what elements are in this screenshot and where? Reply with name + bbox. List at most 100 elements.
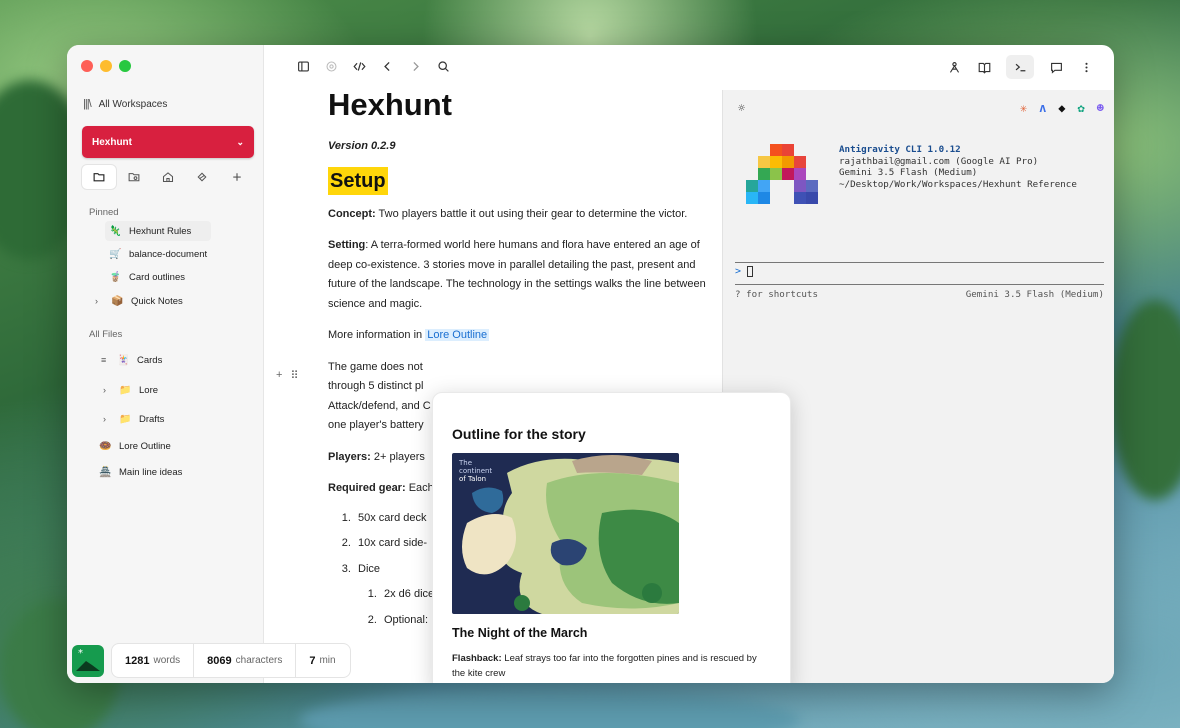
translate-button[interactable] xyxy=(946,59,962,75)
model-status: Gemini 3.5 Flash (Medium) xyxy=(965,289,1104,300)
file-item-cards[interactable]: ≡ 🃏 Cards xyxy=(101,350,162,370)
file-item-lore-outline[interactable]: 🍩 Lore Outline xyxy=(99,436,171,456)
toggle-sidebar-button[interactable] xyxy=(295,58,311,74)
antigravity-logo xyxy=(746,144,818,204)
more-options-button[interactable] xyxy=(1078,59,1094,75)
nodes-icon xyxy=(197,172,207,182)
game-text-line: The game does not xyxy=(328,360,423,373)
file-item-label: Main line ideas xyxy=(119,466,183,478)
bubble-tea-icon: 🧋 xyxy=(109,271,122,283)
word-count-bar: 1281 words 8069 characters 7 min xyxy=(111,643,351,678)
copilot-icon[interactable]: ☻ xyxy=(1097,101,1104,115)
book-icon xyxy=(978,62,990,74)
file-item-lore[interactable]: › 📁 Lore xyxy=(103,380,158,400)
list-icon: ≡ xyxy=(101,355,107,365)
read-time-value: 7 xyxy=(309,654,316,667)
pinned-item-card-outlines[interactable]: 🧋 Card outlines xyxy=(109,267,185,287)
minimize-window-button[interactable] xyxy=(100,60,112,72)
all-workspaces-link[interactable]: |||\ All Workspaces xyxy=(83,98,167,110)
drag-handle-icon[interactable]: ⠿ xyxy=(290,369,298,382)
game-text-line: through 5 distinct pl xyxy=(328,380,424,392)
chevron-right-icon[interactable]: › xyxy=(103,385,111,395)
map-title-line: The xyxy=(458,459,472,467)
sidebar-icon xyxy=(297,60,309,72)
list-item-text: Dice xyxy=(358,562,381,575)
app-window: |||\ All Workspaces Hexhunt ⌄ Pinned 🦎 H… xyxy=(67,45,1114,683)
tab-add[interactable] xyxy=(220,165,254,189)
close-window-button[interactable] xyxy=(81,60,93,72)
chevron-right-icon[interactable]: › xyxy=(95,296,103,306)
file-item-main-line-ideas[interactable]: 🏯 Main line ideas xyxy=(99,462,182,482)
preview-subtitle: The Night of the March xyxy=(452,626,588,640)
comments-button[interactable] xyxy=(1048,59,1064,75)
fantasy-map-illustration: The continent of Talon xyxy=(452,453,679,614)
tab-connections[interactable] xyxy=(185,165,219,189)
code-icon xyxy=(352,61,366,71)
person-icon xyxy=(949,61,959,73)
map-title-line: of Talon xyxy=(459,475,486,483)
account-info: rajathbail@gmail.com (Google AI Pro) xyxy=(839,155,1039,167)
add-block-icon[interactable]: + xyxy=(276,369,282,382)
tab-folder-search[interactable] xyxy=(116,165,150,189)
setting-label: Setting xyxy=(328,239,366,251)
window-toolbar xyxy=(946,55,1094,79)
lore-outline-link[interactable]: Lore Outline xyxy=(425,329,490,341)
app-avatar[interactable]: * xyxy=(72,645,104,677)
heading-setup: Setup xyxy=(328,166,388,195)
flashback-label: Flashback: xyxy=(452,653,502,664)
concept-label: Concept: xyxy=(328,207,376,220)
pinned-item-balance-document[interactable]: 🛒 balance-document xyxy=(109,244,207,264)
pinned-item-quick-notes[interactable]: › 📦 Quick Notes xyxy=(95,291,183,311)
search-button[interactable] xyxy=(435,58,451,74)
all-files-section-label: All Files xyxy=(89,329,123,340)
file-item-drafts[interactable]: › 📁 Drafts xyxy=(103,409,164,429)
workspace-selector[interactable]: Hexhunt ⌄ xyxy=(82,126,254,158)
more-info-paragraph: More information in Lore Outline xyxy=(328,326,708,346)
search-icon xyxy=(437,60,449,72)
forward-button[interactable] xyxy=(407,58,423,74)
claude-icon[interactable]: ✳ xyxy=(1020,101,1027,115)
read-time: 7 min xyxy=(296,644,348,677)
word-count: 1281 words xyxy=(112,644,195,677)
plus-icon xyxy=(233,173,241,181)
cube-icon[interactable]: ◆ xyxy=(1058,101,1065,115)
zoom-window-button[interactable] xyxy=(119,60,131,72)
library-icon: |||\ xyxy=(83,98,92,110)
all-workspaces-label: All Workspaces xyxy=(98,98,168,110)
character-count-label: characters xyxy=(235,655,283,666)
back-button[interactable] xyxy=(379,58,395,74)
settings-sun-icon[interactable]: ☼ xyxy=(738,101,745,115)
terminal-footer: ? for shortcuts Gemini 3.5 Flash (Medium… xyxy=(735,289,1104,300)
pinned-item-hexhunt-rules[interactable]: 🦎 Hexhunt Rules xyxy=(105,221,212,241)
terminal-button[interactable] xyxy=(1006,55,1034,79)
reader-button[interactable] xyxy=(976,59,992,75)
tab-home[interactable] xyxy=(151,165,185,189)
workspace-name: Hexhunt xyxy=(92,136,132,148)
more-info-text: More information in xyxy=(328,329,426,341)
source-mode-button[interactable] xyxy=(351,58,367,74)
sync-button[interactable] xyxy=(323,58,339,74)
antigravity-icon[interactable]: ʌ xyxy=(1039,101,1046,115)
word-count-value: 1281 xyxy=(125,654,150,667)
page-title: Hexhunt xyxy=(328,87,452,122)
game-text-line: Attack/defend, and C xyxy=(328,399,431,412)
terminal-icon xyxy=(1015,63,1025,71)
game-text-line: one player's battery xyxy=(328,419,424,431)
link-preview-popup[interactable]: Outline for the story The continent of T… xyxy=(432,392,791,683)
openai-icon[interactable]: ✿ xyxy=(1078,101,1085,115)
terminal-input[interactable]: > xyxy=(735,266,754,277)
pinned-section-label: Pinned xyxy=(89,207,119,218)
agent-switcher: ✳ ʌ ◆ ✿ ☻ xyxy=(1020,101,1104,115)
svg-text:*: * xyxy=(78,648,83,659)
chevron-right-icon[interactable]: › xyxy=(103,414,111,424)
background-water xyxy=(300,690,800,728)
more-vertical-icon xyxy=(1084,62,1088,72)
cart-icon: 🛒 xyxy=(109,248,122,260)
tab-files[interactable] xyxy=(82,165,117,189)
sidebar-tabs xyxy=(82,165,254,189)
folder-search-icon xyxy=(128,173,140,182)
gear-text: Each xyxy=(405,482,434,494)
chevron-left-icon xyxy=(383,61,390,71)
file-item-label: Drafts xyxy=(139,413,165,425)
editor-toolbar xyxy=(295,58,451,74)
